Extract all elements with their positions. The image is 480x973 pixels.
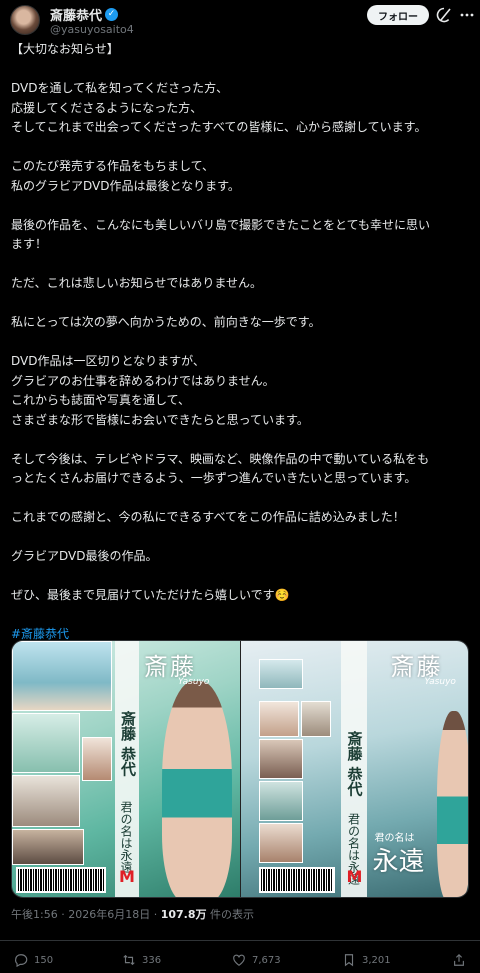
cover-photo xyxy=(258,659,303,689)
more-options-icon[interactable] xyxy=(459,7,475,23)
cover-photo xyxy=(258,781,303,821)
cover-photo xyxy=(258,701,299,737)
cover-vertical-name: 斎藤 恭代 xyxy=(345,731,364,797)
repost-icon xyxy=(123,954,135,966)
tweet-meta: 午後1:56 · 2026年6月18日 · 107.8万 件の表示 xyxy=(11,906,254,922)
cover-model-figure xyxy=(162,681,232,897)
author-name-row: 斎藤恭代 ✓ xyxy=(50,5,119,24)
tweet-line: 【大切なお知らせ】 xyxy=(11,42,119,56)
bookmark-button[interactable]: 3,201 xyxy=(342,953,391,967)
tweet-line: 応援してくださるようになった方、 xyxy=(11,100,203,115)
like-count: 7,673 xyxy=(252,954,281,966)
cover-vertical-title: 君の名は永遠 xyxy=(119,801,133,873)
cover-photo xyxy=(82,737,112,781)
cover-model-figure xyxy=(436,711,468,897)
cover-photo xyxy=(300,701,331,737)
tweet-line: これからも誌面や写真を通して、 xyxy=(11,393,191,407)
media-attachment[interactable]: 斎藤 恭代 君の名は永遠 M 斎藤 Yasuyo 斎藤 恭代 君の名は永遠 M … xyxy=(11,640,469,898)
tweet-line: DVD作品は一区切りとなりますが、 xyxy=(11,354,205,368)
cover-photo xyxy=(12,641,112,711)
like-button[interactable]: 7,673 xyxy=(232,953,281,967)
tweet-line: DVDを通して私を知ってくださった方、 xyxy=(11,81,229,95)
tweet-line: 最後の作品を、こんなにも美しいバリ島で撮影できたことをとても幸せに思い xyxy=(11,217,431,232)
publisher-logo: M xyxy=(119,867,135,886)
bookmark-count: 3,201 xyxy=(362,954,391,966)
author-handle[interactable]: @yasuyosaito4 xyxy=(50,23,134,36)
cover-title-large: 永遠 xyxy=(372,847,425,877)
tweet-line: ます！ xyxy=(11,237,48,251)
tweet-line: グラビアのお仕事を辞めるわけではありません。 xyxy=(11,373,275,388)
cover-subtitle: Yasuyo xyxy=(178,677,210,687)
cover-barcode xyxy=(16,867,106,893)
grok-icon[interactable] xyxy=(436,7,452,23)
tweet-line: 私にとっては次の夢へ向かうための、前向きな一歩です。 xyxy=(11,315,321,329)
cover-vertical-name: 斎藤 恭代 xyxy=(119,711,137,777)
meta-separator: · xyxy=(61,908,65,921)
share-button[interactable] xyxy=(452,953,466,967)
publisher-logo: M xyxy=(346,867,363,886)
tweet-line: っとたくさんお届けできるよう、一歩ずつ進んでいきたいと思っています。 xyxy=(11,471,417,485)
bookmark-icon xyxy=(344,954,354,967)
tweet-line: ただ、これは悲しいお知らせではありません。 xyxy=(11,276,263,290)
cover-photo xyxy=(12,775,80,827)
reply-button[interactable]: 150 xyxy=(14,953,53,967)
tweet-line: 私のグラビアDVD作品は最後となります。 xyxy=(11,178,240,193)
cover-photo xyxy=(12,713,80,773)
views-label: 件の表示 xyxy=(210,908,254,921)
share-icon xyxy=(454,953,464,966)
repost-count: 336 xyxy=(142,954,162,966)
follow-button[interactable]: フォロー xyxy=(367,5,429,25)
heart-icon xyxy=(233,954,245,966)
cover-photo xyxy=(258,739,303,779)
views-count: 107.8万 xyxy=(160,908,207,921)
dvd-cover-right[interactable]: 斎藤 恭代 君の名は永遠 M 斎藤 Yasuyo 君の名は 永遠 xyxy=(240,641,468,897)
action-bar: 150 336 7,673 3,201 xyxy=(0,940,480,970)
tweet-line: このたび発売する作品をもちまして、 xyxy=(11,159,215,173)
verified-badge-icon: ✓ xyxy=(105,8,119,21)
repost-button[interactable]: 336 xyxy=(122,953,161,967)
cover-photo xyxy=(12,829,84,865)
tweet-line: これまでの感謝と、今の私にできるすべてをこの作品に詰め込みました！ xyxy=(11,510,405,524)
reply-count: 150 xyxy=(34,954,54,966)
avatar[interactable] xyxy=(10,5,40,35)
tweet-time[interactable]: 午後1:56 xyxy=(11,908,58,921)
tweet-line: さまざまな形で皆様にお会いできたらと思っています。 xyxy=(11,412,309,427)
tweet-line: そしてこれまで出会ってくださったすべての皆様に、心から感謝しています。 xyxy=(11,120,427,134)
dvd-cover-left[interactable]: 斎藤 恭代 君の名は永遠 M 斎藤 Yasuyo xyxy=(12,641,240,897)
tweet-line: グラビアDVD最後の作品。 xyxy=(11,549,158,563)
cover-subtitle: Yasuyo xyxy=(424,677,456,687)
tweet-text: 【大切なお知らせ】 DVDを通して私を知ってくださった方、 応援してくださるよう… xyxy=(11,40,473,645)
cover-photo xyxy=(258,823,303,863)
tweet-line: そして今後は、テレビやドラマ、映画など、映像作品の中で動いている私をも xyxy=(11,451,430,466)
tweet-date[interactable]: 2026年6月18日 xyxy=(68,908,150,921)
author-display-name[interactable]: 斎藤恭代 xyxy=(50,5,102,24)
reply-icon xyxy=(15,954,28,967)
meta-separator: · xyxy=(153,908,158,921)
cover-barcode xyxy=(258,867,335,893)
tweet-line: ぜひ、最後まで見届けていただけたら嬉しいです☺️ xyxy=(11,588,290,602)
